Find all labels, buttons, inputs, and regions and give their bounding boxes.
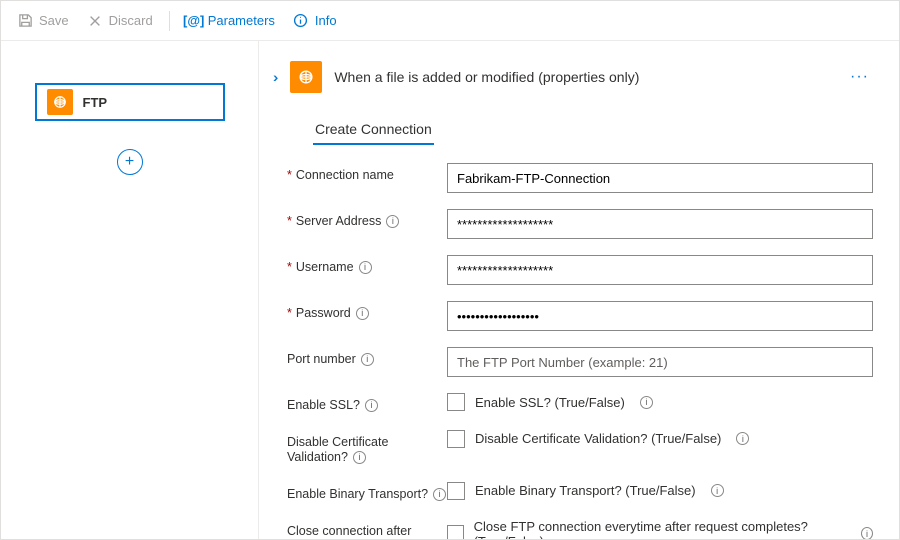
save-icon (17, 13, 33, 29)
parameters-label: Parameters (208, 13, 275, 28)
label-password: Password (287, 306, 351, 320)
parameters-icon: [@] (186, 13, 202, 29)
designer-canvas: FTP + (1, 41, 259, 539)
disable-cert-checkbox[interactable] (447, 430, 465, 448)
ftp-connector-icon (290, 61, 322, 93)
toolbar: Save Discard [@] Parameters Info (1, 1, 899, 41)
port-number-input[interactable] (447, 347, 873, 377)
username-input[interactable] (447, 255, 873, 285)
disable-cert-inline-label: Disable Certificate Validation? (True/Fa… (475, 431, 721, 446)
info-icon[interactable]: i (361, 353, 374, 366)
info-icon[interactable]: i (353, 451, 366, 464)
enable-ssl-checkbox[interactable] (447, 393, 465, 411)
label-port-number: Port number (287, 352, 356, 366)
details-pane: ›› When a file is added or modified (pro… (259, 41, 899, 539)
save-button: Save (11, 9, 75, 33)
info-icon[interactable]: i (365, 399, 378, 412)
info-icon[interactable]: i (736, 432, 749, 445)
pane-title: When a file is added or modified (proper… (334, 69, 639, 85)
enable-binary-inline-label: Enable Binary Transport? (True/False) (475, 483, 696, 498)
password-input[interactable] (447, 301, 873, 331)
info-icon[interactable]: i (861, 527, 873, 539)
save-label: Save (39, 13, 69, 28)
info-icon[interactable]: i (433, 488, 446, 501)
label-enable-binary: Enable Binary Transport? (287, 487, 428, 501)
collapse-chevron-icon[interactable]: ›› (269, 69, 278, 85)
label-enable-ssl: Enable SSL? (287, 398, 360, 412)
info-icon[interactable]: i (386, 215, 399, 228)
label-disable-cert: Disable Certificate Validation? (287, 435, 388, 465)
connection-name-input[interactable] (447, 163, 873, 193)
discard-label: Discard (109, 13, 153, 28)
info-icon (293, 13, 309, 29)
discard-icon (87, 13, 103, 29)
info-button[interactable]: Info (287, 9, 343, 33)
close-connection-checkbox[interactable] (447, 525, 464, 540)
more-actions-button[interactable]: ··· (846, 68, 873, 86)
toolbar-separator (169, 11, 170, 31)
info-icon[interactable]: i (359, 261, 372, 274)
server-address-input[interactable] (447, 209, 873, 239)
enable-binary-checkbox[interactable] (447, 482, 465, 500)
ftp-connector-icon (47, 89, 73, 115)
label-username: Username (287, 260, 354, 274)
trigger-node-label: FTP (83, 95, 108, 110)
info-icon[interactable]: i (640, 396, 653, 409)
info-icon[interactable]: i (356, 307, 369, 320)
label-connection-name: Connection name (287, 168, 394, 182)
discard-button: Discard (81, 9, 159, 33)
add-step-button[interactable]: + (117, 149, 143, 175)
parameters-button[interactable]: [@] Parameters (180, 9, 281, 33)
label-close-connection: Close connection after request completio… (287, 524, 411, 540)
plus-icon: + (125, 153, 134, 171)
tab-create-connection[interactable]: Create Connection (313, 115, 434, 145)
enable-ssl-inline-label: Enable SSL? (True/False) (475, 395, 625, 410)
close-connection-inline-label: Close FTP connection everytime after req… (474, 519, 846, 540)
info-label: Info (315, 13, 337, 28)
pane-header: ›› When a file is added or modified (pro… (269, 61, 873, 93)
info-icon[interactable]: i (711, 484, 724, 497)
trigger-node-ftp[interactable]: FTP (35, 83, 225, 121)
pane-tabs: Create Connection (313, 115, 873, 145)
label-server-address: Server Address (287, 214, 381, 228)
connection-form: Connection name Server Address i Username… (287, 163, 873, 539)
